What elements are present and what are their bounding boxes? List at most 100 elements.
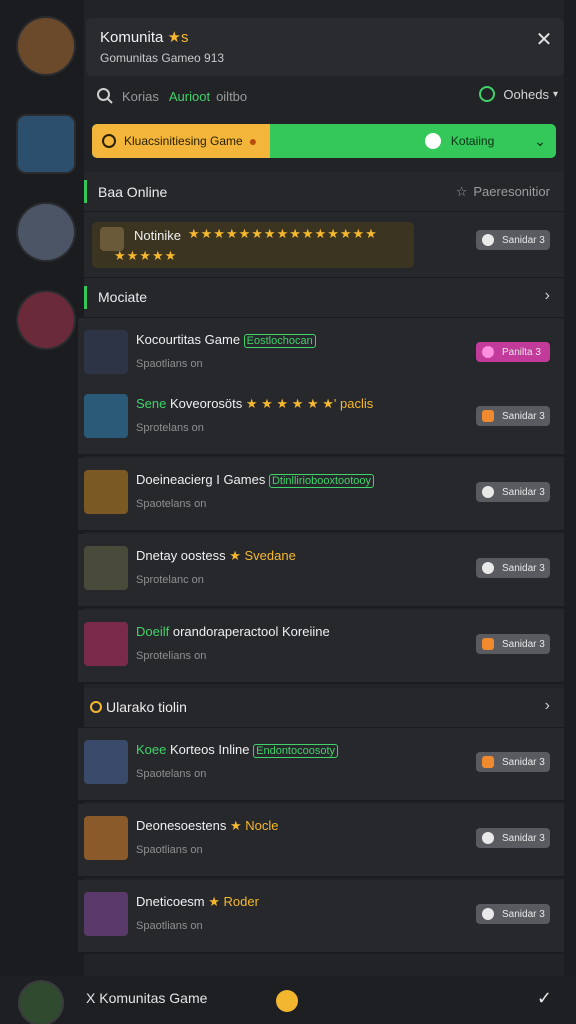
list-item[interactable]: Doeineacierg I Games Dtinlliriobooxtooto… [78, 458, 564, 532]
section-online-label: Baa Online [98, 184, 168, 200]
row-badge-label: Panilta 3 [502, 346, 541, 358]
row-tag: Endontocoosoty [253, 744, 339, 758]
section-accent [84, 286, 87, 309]
row-title: Koee Korteos Inline Endontocoosoty [136, 742, 339, 758]
list-item[interactable]: Deonesoestens ★ Nocle Spaotlians on Sani… [78, 804, 564, 878]
section-mociate-label: Mociate [98, 289, 148, 305]
row-title-text: Dneticoesm [136, 894, 205, 909]
row-title: Dneticoesm ★ Roder [136, 894, 259, 910]
row-badge-label: Sanidar 3 [502, 908, 545, 920]
row-subtitle: Spaotlians on [136, 920, 203, 932]
row-badge-label: Sanidar 3 [502, 410, 545, 422]
row-subtitle: Spaotlians on [136, 844, 203, 856]
header-title-text: Komunita [100, 29, 164, 46]
search-term-2: Aurioot [168, 88, 211, 104]
row-title: Sene Koveorosöts ★ ★ ★ ★ ★ ★' paclis [136, 396, 373, 412]
section-ularako[interactable]: Ularako tiolin › [84, 688, 564, 728]
row-title-green: Koee [136, 742, 167, 757]
list-item[interactable]: Sene Koveorosöts ★ ★ ★ ★ ★ ★' paclis Spr… [78, 382, 564, 456]
section-mociate[interactable]: Mociate › [84, 278, 564, 318]
rail-avatar-4[interactable] [18, 292, 74, 348]
row-badge-label: Sanidar 3 [502, 638, 545, 650]
star-icon: ★ [229, 818, 242, 833]
row-subtitle: Spaotelans on [136, 498, 207, 510]
chat-icon [482, 832, 494, 844]
row-title: Deonesoestens ★ Nocle [136, 818, 279, 834]
section-online-right[interactable]: ☆ Paeresonitior [456, 184, 550, 200]
banner-right-label: Kotaiing [450, 134, 495, 148]
game-thumbnail [84, 546, 128, 590]
emoji-icon[interactable] [276, 990, 298, 1012]
list-item[interactable]: Koee Korteos Inline Endontocoosoty Spaot… [78, 728, 564, 802]
close-icon[interactable]: ✕ [534, 30, 554, 50]
sort-icon [479, 86, 496, 102]
rail-avatar-2[interactable] [18, 116, 74, 172]
banner-left: Kluacsinitiesing Game ● [92, 124, 270, 158]
list-item[interactable]: Dnetay oostess ★ Svedane Sprotelanc on S… [78, 534, 564, 608]
row-title: Dnetay oostess ★ Svedane [136, 548, 296, 564]
row-badge[interactable]: Sanidar 3 [476, 828, 550, 848]
search-icon[interactable] [96, 87, 114, 105]
list-item[interactable]: Dneticoesm ★ Roder Spaotlians on Sanidar… [78, 880, 564, 954]
row-badge[interactable]: Sanidar 3 [476, 904, 550, 924]
row-subtitle: Spaotlians on [136, 358, 203, 370]
fire-icon: ● [248, 133, 258, 149]
row-subtitle: Sprotelanc on [136, 574, 204, 586]
game-thumbnail [84, 622, 128, 666]
row-title-text: Koveorosöts [170, 396, 243, 411]
user-avatar[interactable] [20, 982, 62, 1024]
check-icon[interactable]: ✓ [537, 988, 552, 1009]
game-thumbnail [84, 394, 128, 438]
list-item[interactable]: Kocourtitas Game Eostlochocan Spaotlians… [78, 318, 564, 392]
game-thumbnail [84, 330, 128, 374]
row-badge-label: Sanidar 3 [502, 486, 545, 498]
row-badge[interactable]: Sanidar 3 [476, 752, 550, 772]
rail-avatar-3[interactable] [18, 204, 74, 260]
row-badge[interactable]: Panilta 3 [476, 342, 550, 362]
row-title-green: Doeilf [136, 624, 170, 639]
left-rail [0, 0, 84, 1024]
row-title-text: Korteos Inline [170, 742, 250, 757]
list-item[interactable]: Doeilf orandoraperactool Koreiine Sprote… [78, 610, 564, 684]
row-badge[interactable]: Sanidar 3 [476, 558, 550, 578]
star-outline-icon: ☆ [455, 184, 468, 199]
row-after: Svedane [244, 548, 296, 563]
row-title-text: orandoraperactool Koreiine [172, 624, 330, 639]
section-accent [84, 180, 87, 203]
featured-badge-label: Sanidar 3 [502, 234, 545, 246]
section-online[interactable]: Baa Online ☆ Paeresonitior [84, 172, 564, 212]
featured-badge[interactable]: Sanidar 3 [476, 230, 550, 250]
search-term-1: Korias [122, 88, 159, 104]
chevron-down-icon: ▾ [552, 88, 558, 100]
sort-dropdown[interactable]: Ooheds ▾ [479, 86, 558, 102]
game-thumbnail [84, 470, 128, 514]
game-thumbnail [84, 892, 128, 936]
game-thumbnail [84, 816, 128, 860]
rail-avatar-1[interactable] [18, 18, 74, 74]
chevron-right-icon[interactable]: › [545, 287, 550, 305]
chevron-right-icon[interactable]: › [545, 697, 550, 715]
footer-label[interactable]: X Komunitas Game [86, 990, 207, 1006]
row-title-text: Doeineacierg I Games [136, 472, 266, 487]
row-subtitle: Sprotelans on [136, 422, 204, 434]
search-term-3: oiltbo [216, 88, 248, 104]
star-icon: ★ [229, 548, 241, 563]
row-title-text: Deonesoestens [136, 818, 227, 833]
header-title: Komunita ★s [100, 28, 189, 46]
row-tag: Dtinlliriobooxtootooy [268, 474, 375, 488]
badge-icon [482, 410, 494, 422]
row-badge[interactable]: Sanidar 3 [476, 406, 550, 426]
row-title-green: Sene [136, 396, 167, 411]
row-badge[interactable]: Sanidar 3 [476, 634, 550, 654]
banner-right: Kotaiing ⌄ [424, 124, 546, 158]
row-badge-label: Sanidar 3 [502, 756, 545, 768]
row-after: Roder [223, 894, 259, 909]
row-title-text: Kocourtitas Game [136, 332, 241, 347]
ring-icon [90, 701, 102, 713]
chat-icon [482, 486, 494, 498]
promo-banner[interactable]: Kluacsinitiesing Game ● Kotaiing ⌄ [92, 124, 556, 158]
row-badge[interactable]: Sanidar 3 [476, 482, 550, 502]
chevron-down-icon[interactable]: ⌄ [534, 133, 546, 150]
search-bar[interactable]: Korias Aurioot oiltbo Ooheds ▾ [96, 82, 558, 110]
chat-icon [482, 908, 494, 920]
